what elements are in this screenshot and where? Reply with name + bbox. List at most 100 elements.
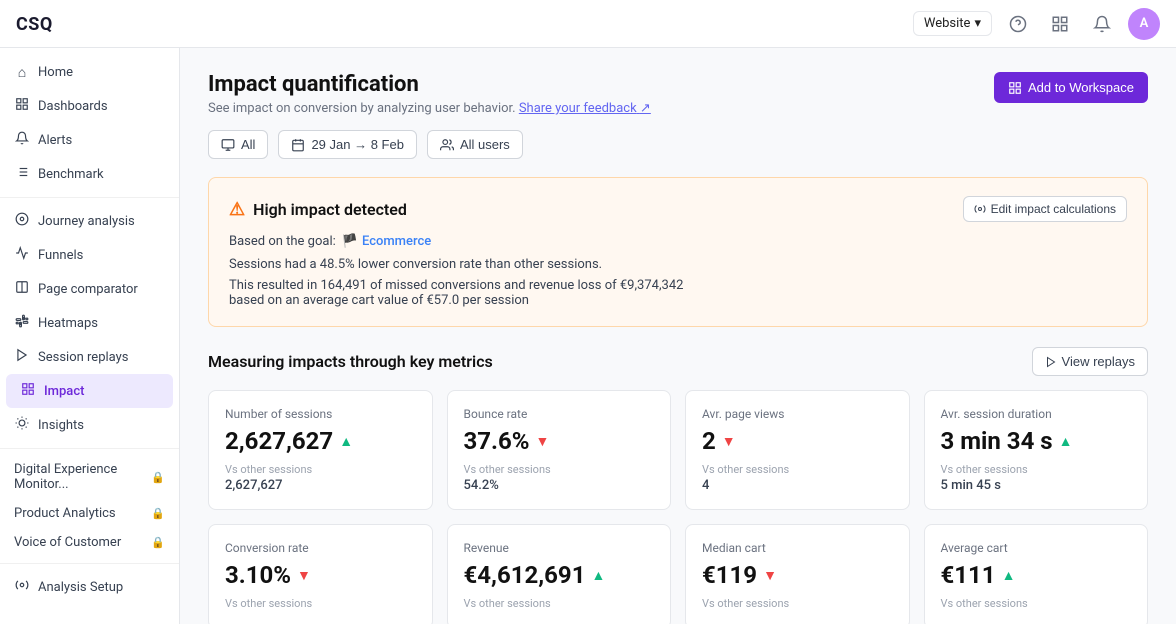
website-selector[interactable]: Website ▾ xyxy=(913,11,992,36)
metric-value-text: €111 xyxy=(941,561,996,589)
sidebar-item-journey-analysis[interactable]: Journey analysis xyxy=(0,204,179,238)
sidebar-divider-1 xyxy=(0,197,179,198)
impact-icon xyxy=(20,382,36,400)
metric-value-text: 37.6% xyxy=(464,427,530,455)
metric-label: Average cart xyxy=(941,541,1132,555)
help-icon[interactable] xyxy=(1002,8,1034,40)
metric-vs-label: Vs other sessions xyxy=(941,597,1132,610)
sidebar-item-product-analytics[interactable]: Product Analytics 🔒 xyxy=(0,499,179,528)
metric-value-text: 2,627,627 xyxy=(225,427,333,455)
metric-value-text: 2 xyxy=(702,427,716,455)
add-to-workspace-button[interactable]: Add to Workspace xyxy=(994,72,1148,103)
metric-card: Conversion rate 3.10% ▼ Vs other session… xyxy=(208,524,433,624)
sidebar-label-impact: Impact xyxy=(44,384,84,399)
metric-value: 3 min 34 s ▲ xyxy=(941,427,1132,455)
metric-label: Revenue xyxy=(464,541,655,555)
benchmark-icon xyxy=(14,165,30,183)
lock-icon-digital: 🔒 xyxy=(151,471,165,484)
bell-icon[interactable] xyxy=(1086,8,1118,40)
lock-icon-voice: 🔒 xyxy=(151,536,165,549)
trend-up-icon: ▲ xyxy=(1059,433,1073,450)
metric-value: 2,627,627 ▲ xyxy=(225,427,416,455)
trend-down-icon: ▼ xyxy=(536,433,550,450)
metric-label: Avr. session duration xyxy=(941,407,1132,421)
sidebar-label-funnels: Funnels xyxy=(38,248,83,263)
metric-label: Conversion rate xyxy=(225,541,416,555)
home-icon: ⌂ xyxy=(14,64,30,81)
metric-card: Number of sessions 2,627,627 ▲ Vs other … xyxy=(208,390,433,510)
alert-warning-icon: ⚠ xyxy=(229,199,245,220)
add-btn-label: Add to Workspace xyxy=(1028,80,1134,95)
sidebar-label-home: Home xyxy=(38,65,73,80)
sidebar-item-benchmark[interactable]: Benchmark xyxy=(0,157,179,191)
journey-analysis-icon xyxy=(14,212,30,230)
metric-vs-label: Vs other sessions xyxy=(702,463,893,476)
goal-link[interactable]: 🏴 Ecommerce xyxy=(342,234,431,249)
sidebar-item-digital-experience[interactable]: Digital Experience Monitor... 🔒 xyxy=(0,455,179,499)
view-replays-label: View replays xyxy=(1062,354,1135,369)
dashboards-icon xyxy=(14,97,30,115)
users-filter-button[interactable]: All users xyxy=(427,130,523,159)
sidebar-label-journey: Journey analysis xyxy=(38,214,135,229)
metric-vs-label: Vs other sessions xyxy=(225,463,416,476)
lock-icon-product: 🔒 xyxy=(151,507,165,520)
filters-bar: All 29 Jan → 8 Feb All users xyxy=(208,130,1148,159)
edit-impact-button[interactable]: Edit impact calculations xyxy=(963,196,1127,222)
sidebar-item-session-replays[interactable]: Session replays xyxy=(0,340,179,374)
metric-label: Median cart xyxy=(702,541,893,555)
metric-value: 2 ▼ xyxy=(702,427,893,455)
grid-icon[interactable] xyxy=(1044,8,1076,40)
trend-down-icon: ▼ xyxy=(763,567,777,584)
edit-btn-label: Edit impact calculations xyxy=(991,202,1116,216)
metric-card: Revenue €4,612,691 ▲ Vs other sessions xyxy=(447,524,672,624)
filter-all-button[interactable]: All xyxy=(208,130,268,159)
trend-down-icon: ▼ xyxy=(722,433,736,450)
sidebar-label-insights: Insights xyxy=(38,418,84,433)
metric-vs-label: Vs other sessions xyxy=(702,597,893,610)
sidebar-divider-3 xyxy=(0,563,179,564)
page-comparator-icon xyxy=(14,280,30,298)
sidebar-item-analysis-setup[interactable]: Analysis Setup xyxy=(0,570,179,604)
sidebar-item-heatmaps[interactable]: Heatmaps xyxy=(0,306,179,340)
sidebar-item-alerts[interactable]: Alerts xyxy=(0,123,179,157)
alert-title-text: High impact detected xyxy=(253,200,407,219)
metric-label: Avr. page views xyxy=(702,407,893,421)
metric-value: €111 ▲ xyxy=(941,561,1132,589)
product-analytics-label: Product Analytics xyxy=(14,506,116,521)
sidebar-item-dashboards[interactable]: Dashboards xyxy=(0,89,179,123)
website-label: Website xyxy=(924,16,971,31)
sidebar-item-page-comparator[interactable]: Page comparator xyxy=(0,272,179,306)
alert-title-left: ⚠ High impact detected xyxy=(229,199,407,220)
sidebar-item-home[interactable]: ⌂ Home xyxy=(0,56,179,89)
metric-value: 3.10% ▼ xyxy=(225,561,416,589)
sidebar-item-impact[interactable]: Impact xyxy=(6,374,173,408)
metric-label: Bounce rate xyxy=(464,407,655,421)
funnels-icon xyxy=(14,246,30,264)
avatar[interactable]: A xyxy=(1128,8,1160,40)
filter-all-label: All xyxy=(241,137,255,152)
metric-vs-value: 5 min 45 s xyxy=(941,478,1132,493)
insights-icon xyxy=(14,416,30,434)
sidebar-divider-2 xyxy=(0,448,179,449)
date-range-button[interactable]: 29 Jan → 8 Feb xyxy=(278,130,417,159)
sidebar-item-funnels[interactable]: Funnels xyxy=(0,238,179,272)
external-link-icon: ↗ xyxy=(640,101,651,116)
alert-goal-row: Based on the goal: 🏴 Ecommerce xyxy=(229,234,1127,249)
view-replays-button[interactable]: View replays xyxy=(1032,347,1148,376)
logo-text: CSQ xyxy=(16,14,53,35)
heatmaps-icon xyxy=(14,314,30,332)
chevron-down-icon: ▾ xyxy=(974,16,981,31)
sidebar-item-insights[interactable]: Insights xyxy=(0,408,179,442)
feedback-link[interactable]: Share your feedback ↗ xyxy=(519,101,651,116)
metric-value: €4,612,691 ▲ xyxy=(464,561,655,589)
metric-value-text: €119 xyxy=(702,561,757,589)
metric-vs-value: 54.2% xyxy=(464,478,655,493)
sidebar-label-alerts: Alerts xyxy=(38,133,72,148)
metric-card: Avr. page views 2 ▼ Vs other sessions 4 xyxy=(685,390,910,510)
metric-value: 37.6% ▼ xyxy=(464,427,655,455)
metric-value-text: €4,612,691 xyxy=(464,561,586,589)
date-range-label: 29 Jan → 8 Feb xyxy=(311,137,404,152)
sidebar-item-voice-of-customer[interactable]: Voice of Customer 🔒 xyxy=(0,528,179,557)
users-filter-label: All users xyxy=(460,137,510,152)
topnav: CSQ Website ▾ A xyxy=(0,0,1176,48)
